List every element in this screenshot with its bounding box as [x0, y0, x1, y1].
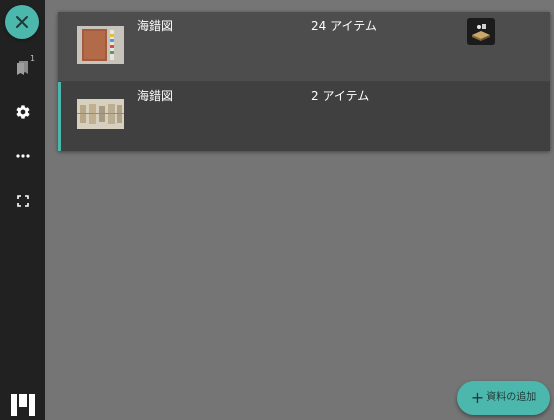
- selected-indicator: [58, 82, 61, 151]
- resource-thumbnail: [77, 26, 124, 64]
- resource-list: 海錯図 24 アイテム 海錯図 2 アイテム: [58, 12, 550, 151]
- resource-item-count: 2 アイテム: [311, 89, 370, 103]
- add-resource-button[interactable]: + 資料の追加: [457, 381, 550, 415]
- more-options-button[interactable]: [0, 141, 45, 171]
- plus-icon: +: [470, 388, 485, 407]
- left-sidebar: 1: [0, 0, 45, 420]
- book-cover-thumbnail: [77, 26, 124, 64]
- fullscreen-icon: [16, 195, 29, 207]
- add-resource-label: 資料の追加: [486, 392, 537, 403]
- scroll-thumbnail: [77, 99, 124, 129]
- close-button[interactable]: [5, 5, 39, 39]
- bookmark-count-badge: 1: [30, 54, 36, 63]
- close-icon: [16, 16, 28, 28]
- app-root: 1 海錯図 24 アイテム 海錯図 2 アイテム + 資料の追加: [0, 0, 554, 420]
- settings-button[interactable]: [0, 97, 45, 127]
- resource-title: 海錯図: [137, 19, 174, 33]
- fullscreen-button[interactable]: [0, 186, 45, 216]
- resource-title: 海錯図: [137, 89, 174, 103]
- bookmark-icon: [16, 61, 28, 75]
- gear-icon: [16, 105, 29, 119]
- more-horizontal-icon: [15, 154, 30, 158]
- provider-logo: [467, 18, 495, 45]
- resource-item-count: 24 アイテム: [311, 19, 377, 33]
- mirador-logo-icon: [11, 394, 35, 416]
- bookmarks-button[interactable]: [0, 53, 45, 83]
- resource-thumbnail: [77, 99, 124, 129]
- provider-logo-icon: [467, 18, 495, 45]
- resource-item[interactable]: 海錯図 2 アイテム: [58, 82, 550, 151]
- resource-item[interactable]: 海錯図 24 アイテム: [58, 12, 550, 81]
